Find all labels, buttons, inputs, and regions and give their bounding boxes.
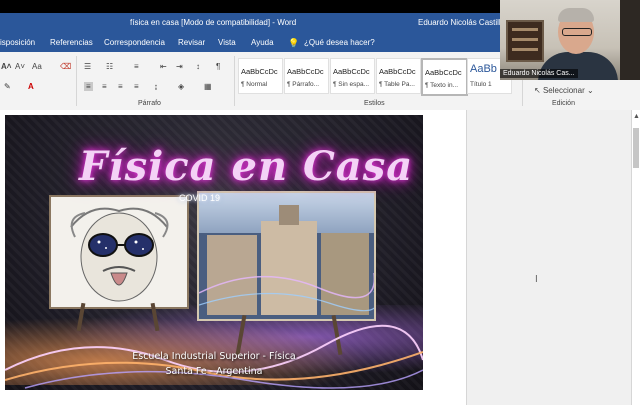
highlight-icon[interactable]: ✎ <box>4 82 11 91</box>
numbering-icon[interactable]: ☷ <box>106 62 113 71</box>
increase-indent-icon[interactable]: ⇥ <box>176 62 183 71</box>
document-area: Física en Casa COVID 19 Escuela Industri… <box>0 110 640 405</box>
divider <box>76 56 77 106</box>
cover-subtitle: COVID 19 <box>179 193 221 203</box>
tab-disposicion[interactable]: isposición <box>0 38 35 47</box>
divider <box>234 56 235 106</box>
font-shrink-icon[interactable]: A˅ <box>15 62 25 71</box>
style-name: Título 1 <box>470 81 492 88</box>
lightbulb-icon: 💡 <box>288 38 300 48</box>
change-case-button[interactable]: Aa <box>32 62 42 71</box>
document-title: física en casa [Modo de compatibilidad] … <box>130 18 297 27</box>
group-edit-label: Edición <box>552 100 575 107</box>
scroll-up-icon[interactable]: ▲ <box>633 113 640 120</box>
justify-icon[interactable]: ≡ <box>134 82 139 91</box>
tab-referencias[interactable]: Referencias <box>50 38 93 47</box>
style-sin-espaciado[interactable]: AaBbCcDc ¶ Sin espa... <box>330 58 375 94</box>
webcam-shelf <box>506 20 544 62</box>
select-button[interactable]: ↖ Seleccionar ⌄ <box>534 86 594 95</box>
webcam-person-glasses <box>562 28 592 36</box>
sort-icon[interactable]: ↕ <box>196 62 200 71</box>
einstein-canvas <box>49 195 189 309</box>
shading-icon[interactable]: ◈ <box>178 82 184 91</box>
style-name: ¶ Texto in... <box>425 82 458 89</box>
line-spacing-icon[interactable]: ↨ <box>154 82 158 91</box>
tab-vista[interactable]: Vista <box>218 38 236 47</box>
font-grow-icon[interactable]: A˄ <box>1 62 11 71</box>
cover-image[interactable]: Física en Casa COVID 19 Escuela Industri… <box>5 115 423 390</box>
ribbon-tabs: isposición Referencias Correspondencia R… <box>0 32 500 52</box>
tell-me-search[interactable]: ¿Qué desea hacer? <box>304 38 375 47</box>
style-sample: AaBbCcDc <box>333 67 370 76</box>
style-name: ¶ Sin espa... <box>333 81 370 88</box>
cover-title: Física en Casa <box>79 143 414 190</box>
webcam-door <box>620 0 640 80</box>
font-color-icon[interactable]: A <box>28 82 34 91</box>
tab-correspondencia[interactable]: Correspondencia <box>104 38 165 47</box>
document-page[interactable]: Física en Casa COVID 19 Escuela Industri… <box>0 110 466 405</box>
cover-school: Escuela Industrial Superior - Física <box>132 351 296 362</box>
clear-format-icon[interactable]: ⌫ <box>60 62 71 71</box>
einstein-sketch <box>70 207 169 302</box>
style-sample: AaBbCcDc <box>379 67 416 76</box>
align-left-icon[interactable]: ≡ <box>84 82 93 91</box>
group-styles-label: Estilos <box>364 100 385 107</box>
style-parrafo[interactable]: AaBbCcDc ¶ Párrafo... <box>284 58 329 94</box>
decrease-indent-icon[interactable]: ⇤ <box>160 62 167 71</box>
select-label: Seleccionar <box>542 86 585 95</box>
vertical-scrollbar[interactable]: ▲ <box>631 110 640 405</box>
scroll-thumb[interactable] <box>633 128 639 168</box>
style-name: ¶ Table Pa... <box>379 81 415 88</box>
multilevel-icon[interactable]: ≡ <box>134 62 139 71</box>
borders-icon[interactable]: ▦ <box>204 82 212 91</box>
text-cursor-icon: I <box>535 274 538 285</box>
style-sample: AaBbCcDc <box>241 67 278 76</box>
cover-location: Santa Fe - Argentina <box>165 366 263 377</box>
webcam-name-label: Eduardo Nicolás Cas... <box>500 69 578 78</box>
tab-ayuda[interactable]: Ayuda <box>251 38 274 47</box>
style-name: ¶ Normal <box>241 81 268 88</box>
title-bar: física en casa [Modo de compatibilidad] … <box>0 13 505 32</box>
align-right-icon[interactable]: ≡ <box>118 82 123 91</box>
style-name: ¶ Párrafo... <box>287 81 320 88</box>
style-table-paragraph[interactable]: AaBbCcDc ¶ Table Pa... <box>376 58 421 94</box>
gray-margin <box>466 110 632 405</box>
group-paragraph-label: Párrafo <box>138 100 161 107</box>
style-sample: AaBbCcDc <box>425 68 462 77</box>
style-texto-independiente[interactable]: AaBbCcDc ¶ Texto in... <box>421 58 468 96</box>
align-center-icon[interactable]: ≡ <box>102 82 107 91</box>
style-normal[interactable]: AaBbCcDc ¶ Normal <box>238 58 283 94</box>
bullets-icon[interactable]: ☰ <box>84 62 91 71</box>
webcam-overlay: Eduardo Nicolás Cas... <box>500 0 640 80</box>
user-name[interactable]: Eduardo Nicolás Castillo <box>418 18 505 27</box>
webcam-person-hair <box>558 8 594 22</box>
style-sample: AaBbCcDc <box>287 67 324 76</box>
pilcrow-icon[interactable]: ¶ <box>216 62 220 71</box>
tab-revisar[interactable]: Revisar <box>178 38 205 47</box>
